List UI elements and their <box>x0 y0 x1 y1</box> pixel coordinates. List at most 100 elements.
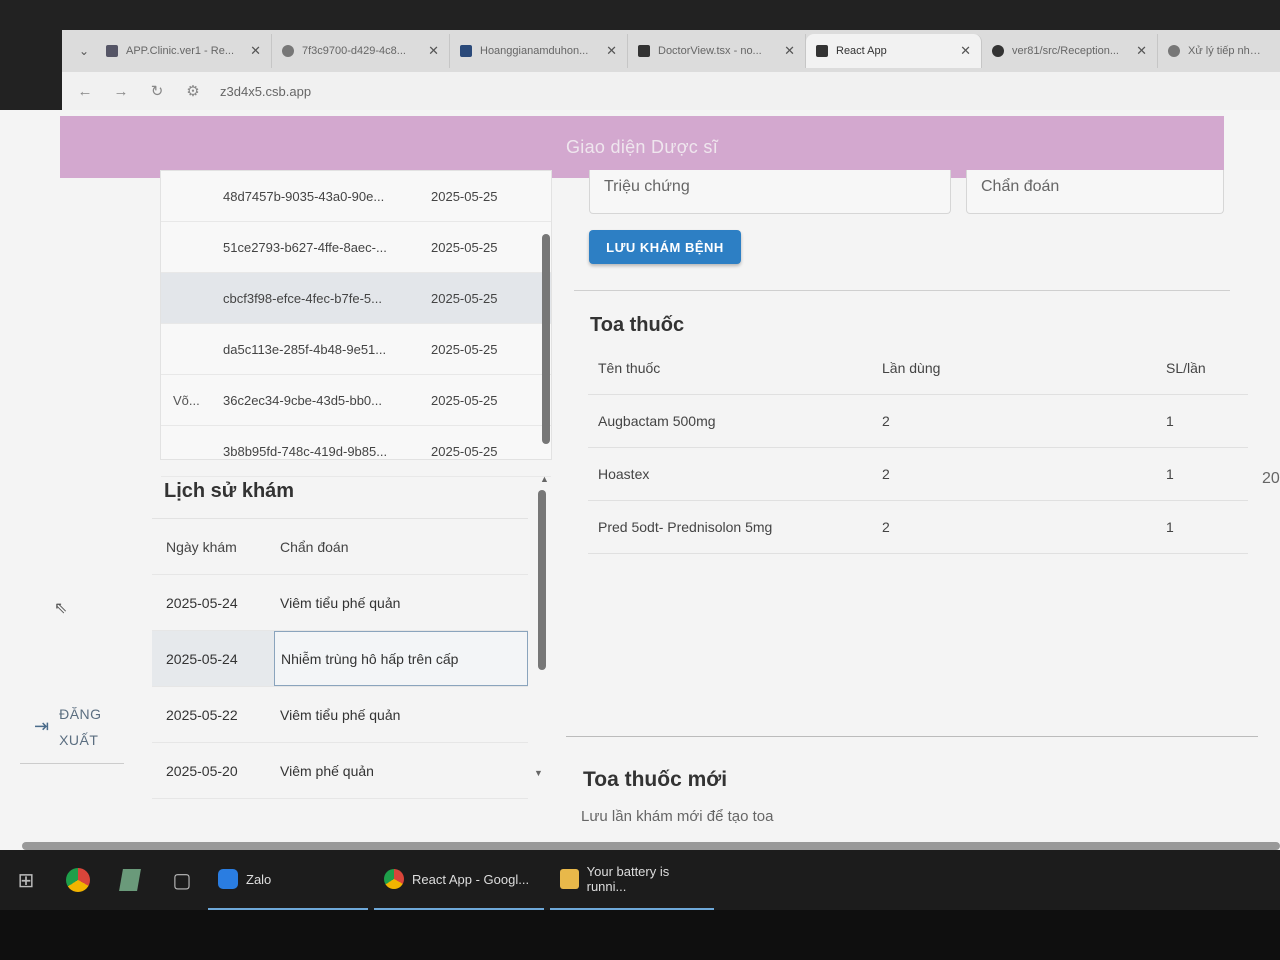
browser-tab[interactable]: ver81/src/Reception... ✕ <box>982 34 1158 68</box>
windows-start-icon[interactable]: ⊞ <box>0 850 52 910</box>
symptoms-label: Triệu chứng <box>604 178 690 195</box>
browser-tab[interactable]: DoctorView.tsx - no... ✕ <box>628 34 806 68</box>
visit-date: 2025-05-25 <box>431 341 498 357</box>
symptoms-field[interactable]: Triệu chứng <box>589 170 951 214</box>
tab-list-chevron-icon[interactable]: ⌄ <box>72 44 96 58</box>
visit-id: 48d7457b-9035-43a0-90e... <box>223 188 385 204</box>
visit-list-scrollbar[interactable] <box>542 234 550 444</box>
taskbar-item-label: React App - Googl... <box>412 871 530 887</box>
tab-title: React App <box>836 45 887 57</box>
history-row-selected[interactable]: 2025-05-24 Nhiễm trùng hô hấp trên cấp <box>152 631 528 687</box>
tab-title: Xử lý tiếp nhận... <box>1188 45 1264 57</box>
history-date: 2025-05-24 <box>166 594 238 611</box>
drug-qty: 1 <box>1166 413 1174 429</box>
github-icon <box>992 45 1004 57</box>
app-header: Giao diện Dược sĩ <box>60 116 1224 178</box>
history-diagnosis: Viêm tiểu phế quản <box>280 706 401 723</box>
address-bar: ← → ↻ ⚙ z3d4x5.csb.app <box>62 72 1280 110</box>
app-icon[interactable] <box>104 850 156 910</box>
history-date: 2025-05-24 <box>166 650 238 667</box>
tab-title: Hoanggianamduhon... <box>480 45 589 57</box>
chrome-icon[interactable] <box>52 850 104 910</box>
close-tab-icon[interactable]: ✕ <box>784 43 795 59</box>
visit-row[interactable]: 48d7457b-9035-43a0-90e... 2025-05-25 <box>161 171 551 222</box>
history-date: 2025-05-20 <box>166 762 238 779</box>
tab-favicon-icon <box>282 45 294 57</box>
visit-id: da5c113e-285f-4b48-9e51... <box>223 341 387 357</box>
visit-id: cbcf3f98-efce-4fec-b7fe-5... <box>223 290 382 306</box>
browser-tab[interactable]: Hoanggianamduhon... ✕ <box>450 34 628 68</box>
visit-row[interactable]: da5c113e-285f-4b48-9e51... 2025-05-25 <box>161 324 551 375</box>
close-tab-icon[interactable]: ✕ <box>1136 43 1147 59</box>
save-exam-button[interactable]: LƯU KHÁM BỆNH <box>589 230 741 264</box>
prescription-row[interactable]: Augbactam 500mg 2 1 <box>588 395 1248 448</box>
prescription-header-row: Tên thuốc Lần dùng SL/lần <box>588 342 1248 395</box>
taskbar-item-zalo[interactable]: Zalo <box>208 850 368 910</box>
logout-button[interactable]: ⇥ ĐĂNG XUẤT <box>20 690 124 764</box>
mouse-cursor-icon: ⇖ <box>54 600 68 617</box>
tab-title: APP.Clinic.ver1 - Re... <box>126 45 235 57</box>
scroll-up-arrow-icon[interactable]: ▲ <box>540 474 549 484</box>
tab-favicon-icon <box>106 45 118 57</box>
site-settings-icon[interactable]: ⚙ <box>184 82 202 100</box>
history-diagnosis: Nhiễm trùng hô hấp trên cấp <box>274 631 528 686</box>
horizontal-scrollbar[interactable] <box>22 842 1280 850</box>
column-header-times: Lần dùng <box>882 360 941 376</box>
forward-icon[interactable]: → <box>112 83 130 100</box>
diagnosis-field[interactable]: Chẩn đoán <box>966 170 1224 214</box>
reload-icon[interactable]: ↻ <box>148 82 166 100</box>
task-view-icon[interactable]: ▢ <box>156 850 208 910</box>
visit-date: 2025-05-25 <box>431 188 498 204</box>
history-date: 2025-05-22 <box>166 706 238 723</box>
history-diagnosis: Viêm tiểu phế quản <box>280 594 401 611</box>
history-row[interactable]: 2025-05-20 Viêm phế quản <box>152 743 528 799</box>
close-tab-icon[interactable]: ✕ <box>250 43 261 59</box>
new-prescription-subtitle: Lưu lần khám mới để tạo toa <box>581 808 774 825</box>
visit-id: 36c2ec34-9cbe-43d5-bb0... <box>223 392 383 408</box>
browser-tab-active[interactable]: React App ✕ <box>806 34 982 68</box>
browser-tab[interactable]: APP.Clinic.ver1 - Re... ✕ <box>96 34 272 68</box>
history-row[interactable]: 2025-05-22 Viêm tiểu phế quản <box>152 687 528 743</box>
history-title: Lịch sử khám <box>164 480 295 502</box>
taskbar-item-chrome[interactable]: React App - Googl... <box>374 850 544 910</box>
tab-favicon-icon <box>1168 45 1180 57</box>
page-title: Giao diện Dược sĩ <box>565 136 718 157</box>
visit-id: 51ce2793-b627-4ffe-8aec-... <box>223 239 387 255</box>
browser-tab[interactable]: 7f3c9700-d429-4c8... ✕ <box>272 34 450 68</box>
taskbar-item-label: Zalo <box>246 871 272 887</box>
drug-name: Pred 5odt- Prednisolon 5mg <box>598 519 773 535</box>
history-scrollbar[interactable] <box>538 490 546 670</box>
visit-row[interactable]: Võ... 36c2ec34-9cbe-43d5-bb0... 2025-05-25 <box>161 375 551 426</box>
visit-row[interactable]: 3b8b95fd-748c-419d-9b85... 2025-05-25 <box>161 426 551 477</box>
drug-times: 2 <box>882 519 890 535</box>
url-field[interactable]: z3d4x5.csb.app <box>220 84 311 99</box>
logout-label: ĐĂNG XUẤT <box>59 705 102 748</box>
drug-times: 2 <box>882 466 890 482</box>
browser-tab[interactable]: Xử lý tiếp nhận... <box>1158 34 1274 68</box>
close-tab-icon[interactable]: ✕ <box>428 43 439 59</box>
column-header-qty: SL/lần <box>1166 360 1206 376</box>
tab-favicon-icon <box>638 45 650 57</box>
divider <box>574 290 1230 291</box>
history-row[interactable]: 2025-05-24 Viêm tiểu phế quản <box>152 575 528 631</box>
prescription-table: Tên thuốc Lần dùng SL/lần Augbactam 500mg 2… <box>588 342 1248 554</box>
visit-date: 2025-05-25 <box>431 443 498 459</box>
visit-row[interactable]: 51ce2793-b627-4ffe-8aec-... 2025-05-25 <box>161 222 551 273</box>
taskbar: ⊞ ▢ Zalo React App - Googl... Your batte… <box>0 850 1280 910</box>
column-header-date: Ngày khám <box>166 538 237 555</box>
folder-icon <box>560 869 579 889</box>
diagnosis-label: Chẩn đoán <box>981 178 1060 195</box>
prescription-title: Toa thuốc <box>590 314 685 336</box>
scroll-down-arrow-icon[interactable]: ▼ <box>534 768 543 778</box>
chrome-icon <box>384 869 404 889</box>
tab-title: ver81/src/Reception... <box>1012 45 1119 57</box>
back-icon[interactable]: ← <box>76 83 94 100</box>
close-tab-icon[interactable]: ✕ <box>960 43 971 59</box>
prescription-row[interactable]: Pred 5odt- Prednisolon 5mg 2 1 <box>588 501 1248 554</box>
visit-row-selected[interactable]: cbcf3f98-efce-4fec-b7fe-5... 2025-05-25 <box>161 273 551 324</box>
taskbar-item-explorer[interactable]: Your battery is runni... <box>550 850 714 910</box>
logout-icon: ⇥ <box>34 716 50 736</box>
visit-date: 2025-05-25 <box>431 392 498 408</box>
close-tab-icon[interactable]: ✕ <box>606 43 617 59</box>
prescription-row[interactable]: Hoastex 2 1 <box>588 448 1248 501</box>
